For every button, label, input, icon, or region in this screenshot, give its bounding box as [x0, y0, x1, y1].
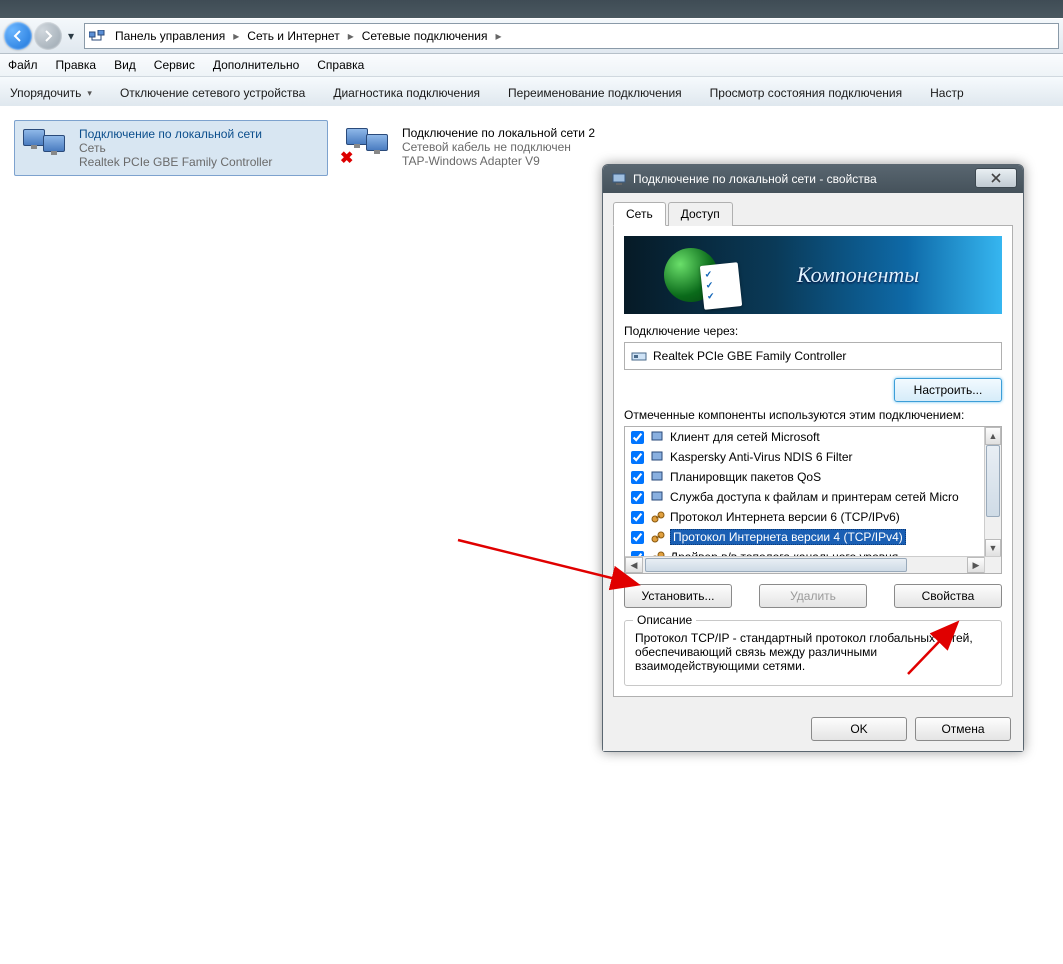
menu-tools[interactable]: Сервис	[154, 58, 195, 72]
connection-title: Подключение по локальной сети 2	[402, 126, 595, 140]
address-bar[interactable]: Панель управления ▸ Сеть и Интернет ▸ Се…	[84, 23, 1059, 49]
disable-device-button[interactable]: Отключение сетевого устройства	[120, 86, 305, 100]
navigation-bar: ▾ Панель управления ▸ Сеть и Интернет ▸ …	[0, 18, 1063, 54]
protocol-icon	[650, 509, 666, 525]
scroll-up-button[interactable]: ▲	[985, 427, 1001, 445]
breadcrumb-caret-icon[interactable]: ▸	[231, 29, 241, 43]
disconnected-icon: ✖	[340, 148, 353, 168]
component-checkbox[interactable]	[631, 451, 644, 464]
menu-advanced[interactable]: Дополнительно	[213, 58, 299, 72]
connection-icon	[21, 127, 69, 167]
components-listbox[interactable]: Клиент для сетей Microsoft Kaspersky Ant…	[624, 426, 1002, 574]
scroll-right-button[interactable]: ▶	[967, 557, 985, 573]
connection-status: Сетевой кабель не подключен	[402, 140, 595, 154]
component-checkbox[interactable]	[631, 531, 644, 544]
description-text: Протокол TCP/IP - стандартный протокол г…	[635, 631, 991, 673]
component-label: Планировщик пакетов QoS	[670, 470, 821, 484]
components-label: Отмеченные компоненты используются этим …	[624, 408, 1002, 422]
component-checkbox[interactable]	[631, 491, 644, 504]
diagnose-button[interactable]: Диагностика подключения	[333, 86, 480, 100]
connection-adapter: TAP-Windows Adapter V9	[402, 154, 595, 168]
banner-text: Компоненты	[797, 262, 919, 288]
properties-dialog: Подключение по локальной сети - свойства…	[602, 164, 1024, 752]
tab-panel-network: Компоненты Подключение через: Realtek PC…	[613, 226, 1013, 697]
scroll-thumb[interactable]	[986, 445, 1000, 517]
rename-button[interactable]: Переименование подключения	[508, 86, 682, 100]
component-item[interactable]: Клиент для сетей Microsoft	[625, 427, 985, 447]
protocol-icon	[650, 529, 666, 545]
checklist-icon	[700, 262, 742, 310]
connections-pane: Подключение по локальной сети Сеть Realt…	[0, 106, 1063, 964]
nav-back-button[interactable]	[4, 22, 32, 50]
service-icon	[650, 489, 666, 505]
component-item[interactable]: Планировщик пакетов QoS	[625, 467, 985, 487]
breadcrumb-seg[interactable]: Сетевые подключения	[356, 29, 494, 43]
menu-help[interactable]: Справка	[317, 58, 364, 72]
window-titlebar	[0, 0, 1063, 18]
component-checkbox[interactable]	[631, 511, 644, 524]
organize-button[interactable]: Упорядочить	[10, 86, 92, 100]
component-checkbox[interactable]	[631, 471, 644, 484]
scroll-thumb[interactable]	[645, 558, 907, 572]
service-icon	[650, 469, 666, 485]
network-icon	[89, 28, 105, 44]
nav-history-dropdown[interactable]: ▾	[64, 22, 78, 50]
remove-button: Удалить	[759, 584, 867, 608]
install-button[interactable]: Установить...	[624, 584, 732, 608]
component-label: Kaspersky Anti-Virus NDIS 6 Filter	[670, 450, 853, 464]
breadcrumb-caret-icon[interactable]: ▸	[346, 29, 356, 43]
settings-button[interactable]: Настр	[930, 86, 964, 100]
breadcrumb-seg[interactable]: Панель управления	[109, 29, 231, 43]
component-label: Служба доступа к файлам и принтерам сете…	[670, 490, 959, 504]
dialog-close-button[interactable]	[975, 168, 1017, 188]
tab-network[interactable]: Сеть	[613, 202, 666, 226]
configure-button[interactable]: Настроить...	[894, 378, 1002, 402]
dialog-tabs: Сеть Доступ	[613, 201, 1013, 226]
component-item[interactable]: Протокол Интернета версии 6 (TCP/IPv6)	[625, 507, 985, 527]
connection-icon: ✖	[344, 126, 392, 166]
dialog-titlebar[interactable]: Подключение по локальной сети - свойства	[603, 165, 1023, 193]
service-icon	[650, 449, 666, 465]
component-item[interactable]: Служба доступа к файлам и принтерам сете…	[625, 487, 985, 507]
view-status-button[interactable]: Просмотр состояния подключения	[710, 86, 902, 100]
scroll-corner	[984, 556, 1001, 573]
component-item[interactable]: Kaspersky Anti-Virus NDIS 6 Filter	[625, 447, 985, 467]
tab-access[interactable]: Доступ	[668, 202, 733, 226]
connection-title: Подключение по локальной сети	[79, 127, 272, 141]
component-label: Протокол Интернета версии 4 (TCP/IPv4)	[670, 529, 906, 545]
ok-button[interactable]: OK	[811, 717, 907, 741]
description-legend: Описание	[633, 613, 696, 627]
adapter-field: Realtek PCIe GBE Family Controller	[624, 342, 1002, 370]
properties-button[interactable]: Свойства	[894, 584, 1002, 608]
client-icon	[650, 429, 666, 445]
network-adapter-icon	[611, 171, 627, 187]
vertical-scrollbar[interactable]: ▲ ▼	[984, 427, 1001, 557]
breadcrumb-seg[interactable]: Сеть и Интернет	[241, 29, 345, 43]
menu-view[interactable]: Вид	[114, 58, 136, 72]
menu-file[interactable]: Файл	[8, 58, 38, 72]
dialog-footer: OK Отмена	[603, 707, 1023, 751]
adapter-icon	[631, 348, 647, 364]
cancel-button[interactable]: Отмена	[915, 717, 1011, 741]
component-item-selected[interactable]: Протокол Интернета версии 4 (TCP/IPv4)	[625, 527, 985, 547]
connect-via-label: Подключение через:	[624, 324, 1002, 338]
breadcrumb-caret-icon[interactable]: ▸	[494, 29, 504, 43]
component-label: Протокол Интернета версии 6 (TCP/IPv6)	[670, 510, 900, 524]
connection-status: Сеть	[79, 141, 272, 155]
component-checkbox[interactable]	[631, 431, 644, 444]
menu-bar: Файл Правка Вид Сервис Дополнительно Спр…	[0, 54, 1063, 77]
menu-edit[interactable]: Правка	[56, 58, 97, 72]
adapter-name: Realtek PCIe GBE Family Controller	[653, 349, 846, 363]
connection-item-lan1[interactable]: Подключение по локальной сети Сеть Realt…	[14, 120, 328, 176]
components-banner: Компоненты	[624, 236, 1002, 314]
nav-forward-button[interactable]	[34, 22, 62, 50]
horizontal-scrollbar[interactable]: ◀ ▶	[625, 556, 985, 573]
connection-adapter: Realtek PCIe GBE Family Controller	[79, 155, 272, 169]
scroll-left-button[interactable]: ◀	[625, 557, 643, 573]
component-label: Клиент для сетей Microsoft	[670, 430, 820, 444]
description-group: Описание Протокол TCP/IP - стандартный п…	[624, 620, 1002, 686]
scroll-down-button[interactable]: ▼	[985, 539, 1001, 557]
dialog-title: Подключение по локальной сети - свойства	[633, 172, 877, 186]
